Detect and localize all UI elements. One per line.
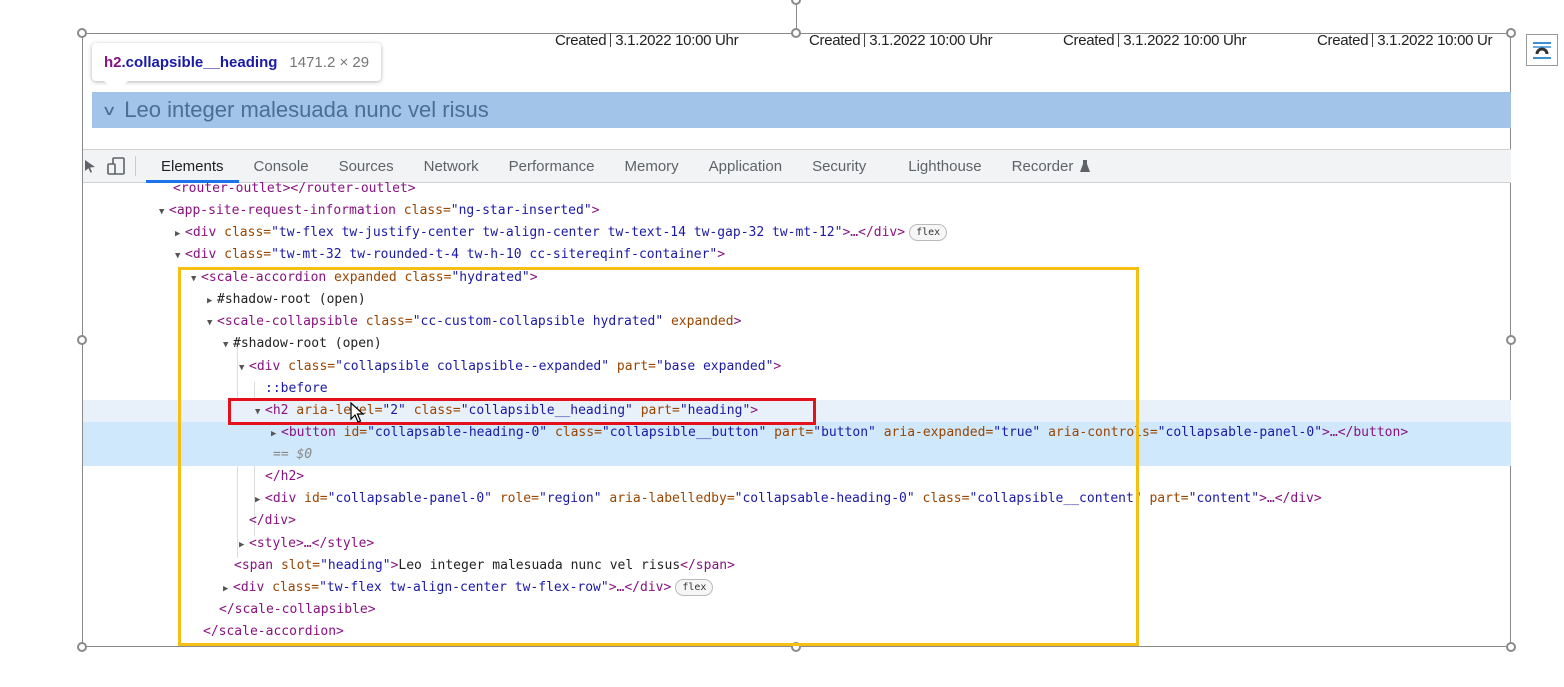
dom-node-router-outlet[interactable]: <router-outlet></router-outlet> (83, 178, 1511, 200)
mouse-cursor-icon (350, 402, 364, 423)
accordion-heading-title: Leo integer malesuada nunc vel risus (124, 97, 489, 122)
annotation-highlight-box (178, 267, 1139, 646)
tooltip-tag-name: h2 (104, 53, 122, 71)
chevron-down-icon: ∨ (101, 101, 117, 118)
text-wrap-icon (1533, 42, 1551, 59)
created-item: Created 3.1.2022 10:00 Uhr (809, 32, 993, 49)
tooltip-arrow (104, 81, 128, 91)
resize-handle-top-center[interactable] (791, 28, 801, 38)
resize-handle-top-right[interactable] (1506, 28, 1516, 38)
tooltip-dimensions: 1471.2 × 29 (289, 53, 370, 71)
expand-triangle-icon[interactable]: ▼ (159, 201, 169, 223)
dom-node-div-container[interactable]: ▼ <div class="tw-mt-32 tw-rounded-t-4 tw-… (83, 244, 1511, 266)
recorder-flask-icon (1080, 160, 1091, 172)
layout-options-button[interactable] (1526, 34, 1558, 66)
tooltip-class-name: .collapsible__heading (121, 53, 278, 71)
inspector-tooltip: h2 .collapsible__heading 1471.2 × 29 (92, 43, 382, 81)
resize-handle-top-left[interactable] (77, 28, 87, 38)
tab-recorder-label: Recorder (1011, 157, 1074, 175)
toolbar-divider (135, 156, 136, 176)
annotation-focus-box (228, 398, 816, 425)
created-item: Created 3.1.2022 10:00 Uhr (1063, 32, 1247, 49)
created-item: Created 3.1.2022 10:00 Uhr (555, 32, 739, 49)
expand-triangle-icon[interactable]: ▼ (175, 245, 185, 267)
device-toolbar-icon[interactable] (105, 155, 127, 177)
dom-node-app-site-request-information[interactable]: ▼ <app-site-request-information class="ng… (83, 200, 1511, 222)
created-item: Created 3.1.2022 10:00 Ur (1317, 32, 1493, 49)
inspect-element-icon[interactable] (83, 155, 97, 177)
rotate-handle[interactable] (791, 0, 801, 5)
accordion-heading-highlight[interactable]: ∨ Leo integer malesuada nunc vel risus (92, 92, 1511, 128)
flex-badge[interactable]: flex (909, 224, 948, 241)
collapse-triangle-icon[interactable]: ▶ (175, 223, 185, 245)
dom-node-div-flex[interactable]: ▶ <div class="tw-flex tw-justify-center t… (83, 222, 1511, 244)
